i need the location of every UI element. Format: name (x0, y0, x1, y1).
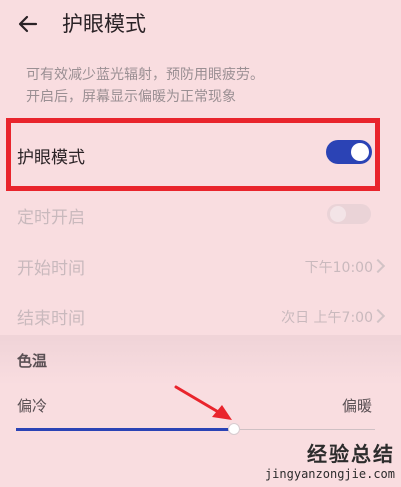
color-temp-title: 色温 (17, 352, 48, 370)
warm-label: 偏暖 (342, 397, 373, 415)
annotation-arrow-icon (174, 385, 232, 420)
schedule-toggle[interactable] (327, 204, 371, 224)
watermark-url: jingyanzongjie.com (264, 467, 395, 481)
schedule-label: 定时开启 (17, 208, 85, 228)
header: 护眼模式 (0, 0, 401, 48)
annotation-highlight-box (6, 118, 380, 191)
start-time-row[interactable]: 开始时间 下午10:00 (0, 240, 401, 288)
slider-thumb[interactable] (228, 423, 240, 435)
page-title: 护眼模式 (62, 12, 146, 36)
start-time-value: 下午10:00 (304, 260, 373, 276)
description-line-1: 可有效减少蓝光辐射，预防用眼疲劳。 (26, 67, 264, 83)
back-arrow-icon[interactable] (16, 12, 40, 36)
toggle-knob (330, 206, 346, 222)
end-time-label: 结束时间 (17, 309, 85, 329)
watermark: 经验总结 jingyanzongjie.com (265, 438, 395, 481)
description: 可有效减少蓝光辐射，预防用眼疲劳。 开启后，屏幕显示偏暖为正常现象 (26, 64, 264, 108)
section-divider-shade (0, 335, 401, 385)
schedule-row[interactable]: 定时开启 (0, 190, 401, 238)
start-time-label: 开始时间 (17, 259, 85, 279)
watermark-title: 经验总结 (307, 442, 395, 466)
end-time-value: 次日 上午7:00 (281, 310, 373, 326)
cool-label: 偏冷 (17, 397, 48, 415)
end-time-row[interactable]: 结束时间 次日 上午7:00 (0, 292, 401, 340)
slider-track-filled (16, 428, 234, 431)
description-line-2: 开启后，屏幕显示偏暖为正常现象 (26, 89, 236, 105)
slider-track-empty (240, 429, 375, 430)
chevron-right-icon (370, 258, 386, 274)
chevron-right-icon (370, 308, 386, 324)
